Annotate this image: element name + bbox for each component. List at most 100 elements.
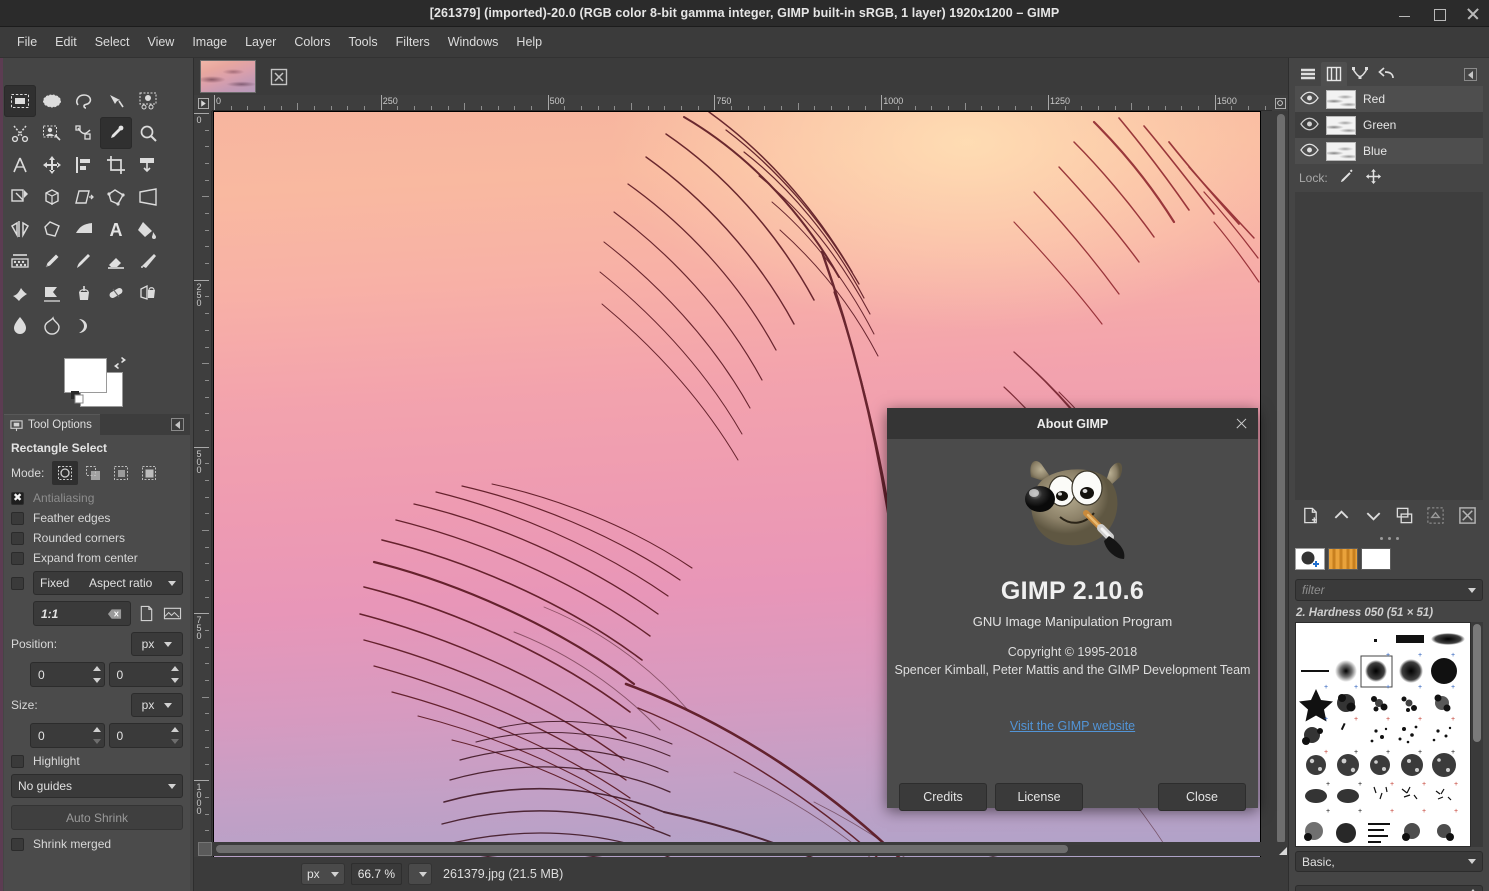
cage-transform-tool[interactable]	[36, 213, 68, 245]
unified-transform-tool[interactable]	[132, 149, 164, 181]
shrink-merged-row[interactable]: Shrink merged	[11, 837, 183, 851]
text-tool[interactable]: A	[100, 213, 132, 245]
close-image-tab-icon[interactable]	[268, 66, 290, 88]
swap-colors-icon[interactable]	[112, 356, 128, 372]
fuzzy-select-tool[interactable]	[100, 85, 132, 117]
highlight-row[interactable]: Highlight	[11, 754, 183, 768]
spin-down-icon[interactable]	[92, 738, 101, 744]
mode-intersect-button[interactable]	[136, 461, 162, 485]
aspect-ratio-entry[interactable]: 1:1	[33, 601, 131, 626]
brush-filter-field[interactable]: filter	[1295, 579, 1483, 601]
fixed-mode-combo[interactable]: Fixed Aspect ratio	[33, 571, 183, 595]
position-unit-combo[interactable]: px	[131, 632, 183, 656]
ellipse-select-tool[interactable]	[36, 85, 68, 117]
close-icon[interactable]	[1465, 6, 1481, 22]
zoom-image-button[interactable]	[1272, 95, 1288, 111]
gimp-website-link[interactable]: Visit the GIMP website	[1010, 719, 1135, 733]
dodge-burn-tool[interactable]	[68, 309, 100, 341]
paths-tab[interactable]	[1347, 62, 1373, 86]
expand-from-center-checkbox[interactable]	[11, 551, 24, 565]
image-tab-thumbnail[interactable]	[200, 60, 256, 93]
menu-colors[interactable]: Colors	[285, 31, 339, 53]
airbrush-tool[interactable]	[132, 245, 164, 277]
credits-button[interactable]: Credits	[899, 783, 987, 811]
brushes-tab[interactable]	[1295, 548, 1325, 570]
select-by-color-tool[interactable]	[132, 85, 164, 117]
clear-entry-icon[interactable]	[104, 603, 126, 625]
color-picker-tool[interactable]	[100, 117, 132, 149]
lock-pixels-icon[interactable]	[1338, 168, 1355, 188]
warp-transform-tool[interactable]	[4, 181, 36, 213]
lower-channel-icon[interactable]	[1364, 506, 1383, 528]
license-button[interactable]: License	[995, 783, 1083, 811]
horizontal-scroll-thumb[interactable]	[216, 845, 1068, 853]
horizontal-ruler[interactable]: 0 250 500 750 1000 1250 1500	[212, 95, 1272, 111]
menu-tools[interactable]: Tools	[339, 31, 386, 53]
size-width-spinner[interactable]: 0	[30, 723, 105, 748]
visibility-eye-icon[interactable]	[1300, 143, 1319, 160]
pencil-tool[interactable]	[36, 245, 68, 277]
auto-shrink-button[interactable]: Auto Shrink	[11, 805, 183, 830]
undo-history-tab[interactable]	[1373, 62, 1399, 86]
highlight-checkbox[interactable]	[11, 754, 24, 768]
menu-file[interactable]: File	[8, 31, 46, 53]
visibility-eye-icon[interactable]	[1300, 91, 1319, 108]
spin-down-icon[interactable]	[171, 738, 179, 744]
paths-tool[interactable]	[68, 117, 100, 149]
guides-combo[interactable]: No guides	[11, 774, 183, 798]
channel-row-red[interactable]: Red	[1295, 86, 1483, 112]
statusbar-unit-combo[interactable]: px	[301, 863, 345, 885]
shrink-merged-checkbox[interactable]	[11, 837, 24, 851]
delete-channel-icon[interactable]	[1458, 506, 1477, 528]
close-button[interactable]: Close	[1158, 783, 1246, 811]
rectangle-select-tool[interactable]	[4, 85, 36, 117]
visibility-eye-icon[interactable]	[1300, 117, 1319, 134]
spin-up-icon[interactable]	[92, 727, 101, 733]
alignment-tool[interactable]	[68, 149, 100, 181]
antialiasing-checkbox[interactable]	[11, 491, 24, 505]
collapse-dock-icon[interactable]	[1464, 68, 1477, 81]
foreground-select-tool[interactable]	[36, 117, 68, 149]
feather-edges-row[interactable]: Feather edges	[11, 511, 183, 525]
zoom-value-field[interactable]: 66.7 %	[350, 863, 403, 885]
position-y-spinner[interactable]: 0	[108, 662, 183, 687]
layers-tab[interactable]	[1295, 62, 1321, 86]
mypaint-brush-tool[interactable]	[36, 277, 68, 309]
rounded-corners-row[interactable]: Rounded corners	[11, 531, 183, 545]
minimize-icon[interactable]	[1397, 6, 1413, 22]
maximize-icon[interactable]	[1431, 6, 1447, 22]
bucket-fill-tool[interactable]	[132, 213, 164, 245]
quick-mask-toggle[interactable]	[198, 842, 212, 856]
menu-filters[interactable]: Filters	[387, 31, 439, 53]
menu-image[interactable]: Image	[183, 31, 236, 53]
free-select-tool[interactable]	[68, 85, 100, 117]
handle-transform-tool[interactable]	[100, 181, 132, 213]
move-tool[interactable]	[36, 149, 68, 181]
tool-options-tab[interactable]: Tool Options	[4, 414, 100, 435]
size-unit-combo[interactable]: px	[131, 693, 183, 717]
antialiasing-row[interactable]: Antialiasing	[11, 491, 183, 505]
brush-tag-combo[interactable]: Basic,	[1295, 851, 1483, 872]
spin-up-icon[interactable]	[92, 666, 101, 672]
menu-edit[interactable]: Edit	[46, 31, 86, 53]
mode-replace-button[interactable]	[52, 461, 79, 485]
ruler-origin-button[interactable]	[194, 95, 212, 111]
spin-down-icon[interactable]	[171, 677, 179, 683]
landscape-orientation-icon[interactable]	[162, 603, 183, 625]
canvas-horizontal-scrollbar[interactable]	[213, 842, 1261, 856]
position-x-spinner[interactable]: 0	[30, 662, 105, 687]
gradient-tool[interactable]	[68, 213, 100, 245]
perspective-clone-tool[interactable]	[132, 277, 164, 309]
dock-resize-grip[interactable]	[1289, 532, 1489, 544]
size-height-spinner[interactable]: 0	[108, 723, 183, 748]
perspective-tool[interactable]	[132, 181, 164, 213]
eraser-tool[interactable]	[100, 245, 132, 277]
mode-add-button[interactable]	[80, 461, 106, 485]
menu-select[interactable]: Select	[86, 31, 139, 53]
scissors-select-tool[interactable]	[4, 117, 36, 149]
vertical-scroll-thumb[interactable]	[1277, 114, 1285, 844]
reset-colors-icon[interactable]	[70, 390, 88, 408]
measure-tool[interactable]	[4, 149, 36, 181]
expand-from-center-row[interactable]: Expand from center	[11, 551, 183, 565]
channel-row-blue[interactable]: Blue	[1295, 138, 1483, 164]
